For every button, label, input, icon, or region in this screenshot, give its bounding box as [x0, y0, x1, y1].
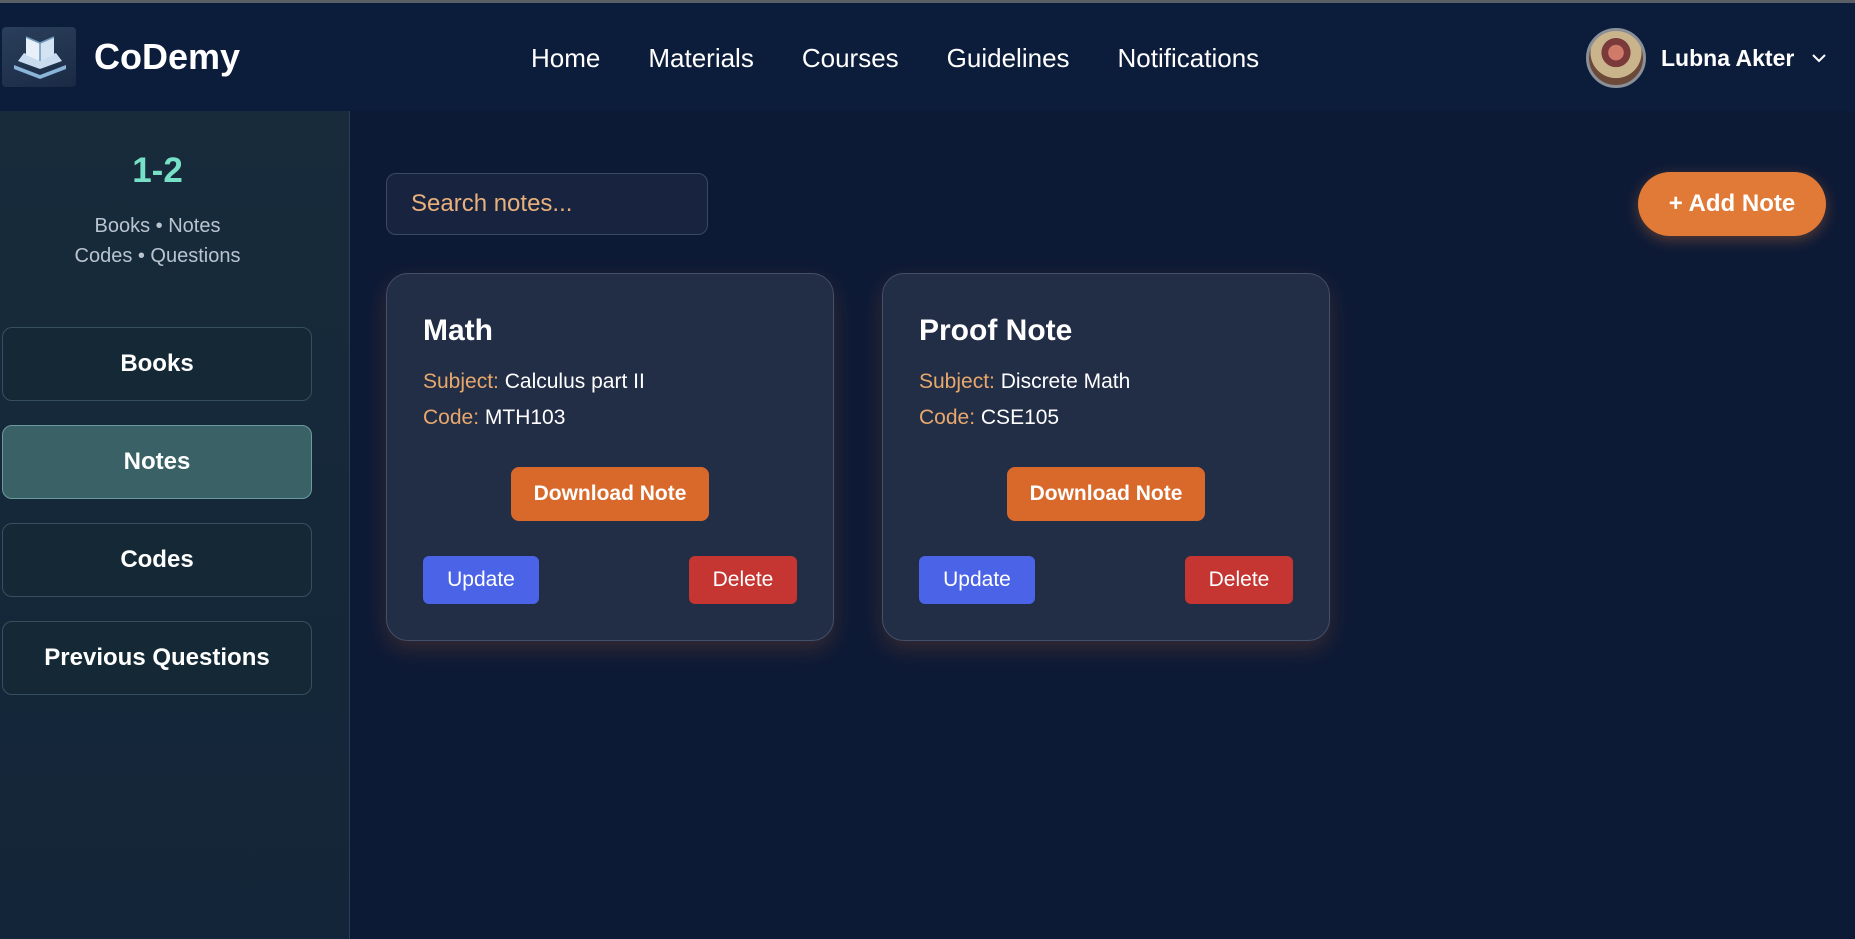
nav-materials[interactable]: Materials — [648, 43, 753, 74]
app-name: CoDemy — [94, 36, 241, 77]
nav-courses[interactable]: Courses — [802, 43, 899, 74]
update-button[interactable]: Update — [919, 556, 1035, 604]
sidebar-subtitle: Books • Notes Codes • Questions — [0, 211, 315, 271]
delete-button[interactable]: Delete — [689, 556, 797, 604]
search-box — [386, 173, 708, 235]
code-label: Code: — [423, 406, 480, 429]
sidebar-subtitle-line2: Codes • Questions — [74, 245, 241, 267]
main-nav: Home Materials Courses Guidelines Notifi… — [531, 43, 1259, 74]
nav-notifications[interactable]: Notifications — [1118, 43, 1260, 74]
nav-guidelines[interactable]: Guidelines — [947, 43, 1070, 74]
search-input[interactable] — [411, 190, 691, 218]
nav-home[interactable]: Home — [531, 43, 600, 74]
chevron-down-icon — [1812, 54, 1827, 63]
download-note-button[interactable]: Download Note — [1007, 467, 1205, 521]
note-card: Proof Note Subject: Discrete Math Code: … — [882, 273, 1330, 641]
code-label: Code: — [919, 406, 976, 429]
note-subject: Subject: Calculus part II — [423, 370, 645, 394]
subject-value: Discrete Math — [1000, 370, 1131, 393]
note-card: Math Subject: Calculus part II Code: MTH… — [386, 273, 834, 641]
subject-label: Subject: — [423, 370, 499, 393]
sidebar-subtitle-line1: Books • Notes — [94, 215, 221, 237]
top-navbar: CoDemy Home Materials Courses Guidelines… — [0, 3, 1855, 111]
code-value: CSE105 — [980, 406, 1060, 429]
sidebar-item-previous-questions[interactable]: Previous Questions — [2, 621, 312, 695]
brand[interactable]: CoDemy — [2, 27, 240, 87]
note-subject: Subject: Discrete Math — [919, 370, 1130, 394]
subject-label: Subject: — [919, 370, 995, 393]
delete-button[interactable]: Delete — [1185, 556, 1293, 604]
sidebar-item-codes[interactable]: Codes — [2, 523, 312, 597]
add-note-button[interactable]: + Add Note — [1638, 172, 1826, 236]
subject-value: Calculus part II — [504, 370, 645, 393]
note-code: Code: CSE105 — [919, 406, 1059, 430]
book-laptop-icon — [2, 27, 76, 87]
user-menu[interactable]: Lubna Akter — [1586, 28, 1828, 88]
user-name: Lubna Akter — [1661, 44, 1795, 71]
sidebar-item-notes[interactable]: Notes — [2, 425, 312, 499]
code-value: MTH103 — [484, 406, 566, 429]
note-title: Proof Note — [919, 314, 1073, 347]
sidebar-item-books[interactable]: Books — [2, 327, 312, 401]
update-button[interactable]: Update — [423, 556, 539, 604]
avatar — [1586, 28, 1646, 88]
sidebar-title: 1-2 — [132, 151, 183, 190]
sidebar: 1-2 Books • Notes Codes • Questions Book… — [0, 111, 350, 939]
download-note-button[interactable]: Download Note — [511, 467, 709, 521]
note-code: Code: MTH103 — [423, 406, 565, 430]
note-title: Math — [423, 314, 493, 347]
